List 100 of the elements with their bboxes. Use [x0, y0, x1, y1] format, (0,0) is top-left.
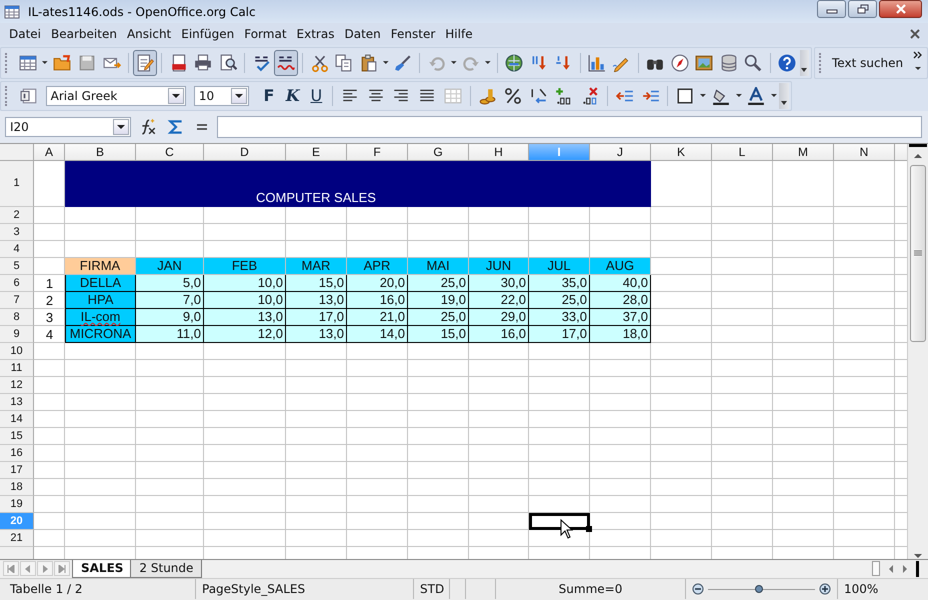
- menu-item[interactable]: Einfügen: [176, 26, 240, 41]
- scissors-icon[interactable]: [310, 54, 329, 72]
- merge-cells-icon[interactable]: [444, 86, 462, 105]
- row-header[interactable]: 1: [0, 160, 34, 207]
- row-header[interactable]: 16: [0, 444, 34, 462]
- format-button[interactable]: F: [257, 84, 281, 108]
- column-header[interactable]: N: [834, 144, 895, 161]
- row-header[interactable]: 8: [0, 308, 34, 326]
- document-pencil-button[interactable]: [132, 50, 158, 76]
- cell-grid[interactable]: [0, 144, 908, 559]
- print-preview-icon[interactable]: [218, 54, 237, 72]
- styles-icon[interactable]: [20, 86, 38, 105]
- menu-item[interactable]: Ansicht: [122, 26, 176, 41]
- delete-decimal-icon[interactable]: [581, 86, 600, 105]
- row-header[interactable]: 10: [0, 342, 34, 360]
- scrollbar-thumb[interactable]: [872, 561, 880, 576]
- coins-icon[interactable]: [478, 86, 496, 105]
- copy-icon[interactable]: [335, 54, 354, 72]
- vertical-scrollbar[interactable]: [907, 144, 928, 559]
- scroll-up-icon[interactable]: [914, 152, 922, 159]
- border-icon[interactable]: [676, 86, 694, 105]
- row-header[interactable]: 5: [0, 258, 34, 275]
- number-format-icon[interactable]: [530, 86, 548, 105]
- printer-icon[interactable]: [194, 54, 212, 72]
- formula-input[interactable]: [217, 116, 922, 138]
- wavy-underline-button[interactable]: [274, 50, 298, 76]
- globe-icon[interactable]: [504, 54, 523, 72]
- search-icon[interactable]: [744, 54, 762, 72]
- bar-chart-icon[interactable]: [588, 54, 606, 72]
- row-header[interactable]: 18: [0, 478, 34, 496]
- font-size-field[interactable]: 10: [194, 86, 250, 106]
- menu-item[interactable]: Daten: [339, 26, 386, 41]
- spellcheck-icon[interactable]: [252, 54, 270, 72]
- scroll-right-icon[interactable]: [902, 564, 908, 573]
- row-header[interactable]: 19: [0, 496, 34, 513]
- column-header[interactable]: E: [286, 144, 347, 161]
- zoom-in-icon[interactable]: [819, 583, 831, 596]
- help-icon[interactable]: [778, 54, 796, 72]
- row-header[interactable]: 3: [0, 224, 34, 241]
- sort-descending-icon[interactable]: [554, 54, 572, 72]
- paintbrush-icon[interactable]: [394, 54, 412, 72]
- toolbar-overflow-button[interactable]: [800, 50, 809, 76]
- close-button[interactable]: [879, 0, 922, 18]
- picture-icon[interactable]: [695, 54, 714, 72]
- row-header[interactable]: 6: [0, 274, 34, 292]
- compass-icon[interactable]: [670, 54, 689, 72]
- last-sheet-button[interactable]: [54, 561, 70, 576]
- menu-item[interactable]: Format: [239, 26, 292, 41]
- format-button[interactable]: U: [304, 84, 328, 108]
- column-header[interactable]: F: [347, 144, 408, 161]
- row-header[interactable]: 14: [0, 410, 34, 428]
- sort-ascending-icon[interactable]: [530, 54, 548, 72]
- first-sheet-button[interactable]: [3, 561, 19, 576]
- row-header[interactable]: 4: [0, 240, 34, 258]
- row-header[interactable]: 12: [0, 376, 34, 394]
- column-header[interactable]: A: [34, 144, 65, 161]
- column-header[interactable]: C: [136, 144, 204, 161]
- row-header[interactable]: 9: [0, 326, 34, 343]
- menu-item[interactable]: Datei: [4, 26, 46, 41]
- row-header[interactable]: 11: [0, 360, 34, 377]
- menu-item[interactable]: Fenster: [386, 26, 440, 41]
- column-header[interactable]: G: [408, 144, 469, 161]
- previous-sheet-button[interactable]: [20, 561, 36, 576]
- zoom-out-icon[interactable]: [692, 583, 704, 596]
- percent-icon[interactable]: [504, 86, 522, 105]
- background-color-icon[interactable]: [712, 86, 730, 105]
- row-header[interactable]: 15: [0, 428, 34, 445]
- clipboard-icon[interactable]: [360, 54, 378, 72]
- column-header[interactable]: K: [651, 144, 712, 161]
- row-header[interactable]: 21: [0, 530, 34, 547]
- minimize-button[interactable]: [817, 0, 846, 18]
- format-button[interactable]: K: [280, 84, 304, 108]
- database-icon[interactable]: [720, 54, 738, 72]
- column-header[interactable]: M: [773, 144, 834, 161]
- column-header[interactable]: B: [65, 144, 136, 161]
- toolbar-overflow-button[interactable]: [779, 82, 789, 109]
- menu-item[interactable]: Bearbeiten: [46, 26, 122, 41]
- font-color-icon[interactable]: [747, 86, 766, 105]
- column-header[interactable]: [895, 144, 908, 161]
- restore-button[interactable]: [848, 0, 877, 18]
- column-header[interactable]: D: [204, 144, 286, 161]
- column-header[interactable]: J: [590, 144, 651, 161]
- next-sheet-button[interactable]: [37, 561, 53, 576]
- pdf-icon[interactable]: [170, 54, 188, 72]
- new-spreadsheet-icon[interactable]: [19, 54, 38, 72]
- find-field[interactable]: Text suchen: [830, 56, 913, 70]
- column-header[interactable]: L: [712, 144, 773, 161]
- font-name-field[interactable]: Arial Greek: [46, 86, 186, 106]
- close-icon[interactable]: [910, 28, 920, 39]
- column-header[interactable]: H: [469, 144, 529, 161]
- row-header[interactable]: 17: [0, 462, 34, 479]
- sheet-tab[interactable]: 2 Stunde: [130, 560, 202, 578]
- scroll-left-icon[interactable]: [888, 564, 894, 573]
- name-box[interactable]: I20: [5, 116, 131, 137]
- menu-item[interactable]: Extras: [292, 26, 340, 41]
- sheet-tab[interactable]: SALES: [72, 560, 132, 578]
- row-header[interactable]: 2: [0, 206, 34, 224]
- row-header[interactable]: 7: [0, 292, 34, 309]
- row-header[interactable]: 13: [0, 394, 34, 411]
- menu-item[interactable]: Hilfe: [440, 26, 478, 41]
